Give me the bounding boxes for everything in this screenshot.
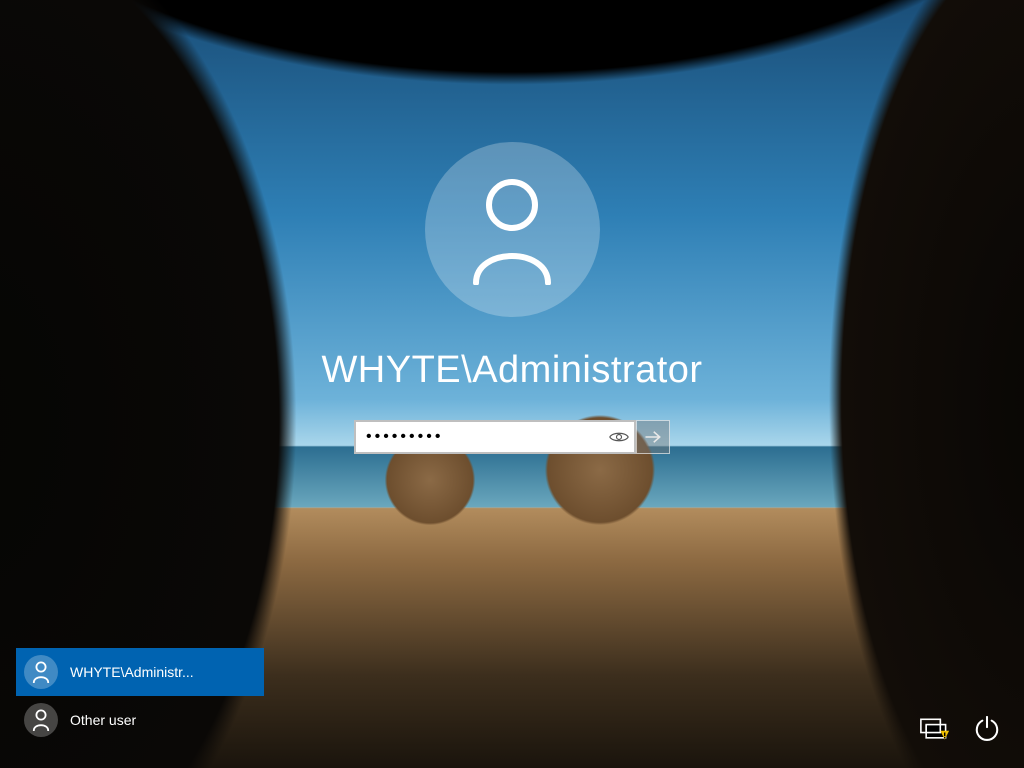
network-status-button[interactable] <box>918 712 952 746</box>
user-avatar-large <box>425 142 600 317</box>
submit-button[interactable] <box>636 420 670 454</box>
arrow-right-icon <box>644 430 662 444</box>
user-icon <box>31 661 51 683</box>
eye-icon <box>609 430 629 444</box>
user-tile-label: WHYTE\Administr... <box>70 664 194 680</box>
username-label: WHYTE\Administrator <box>321 349 702 392</box>
user-avatar-small <box>24 655 58 689</box>
user-tile-other[interactable]: Other user <box>16 696 264 744</box>
power-button[interactable] <box>970 712 1004 746</box>
user-icon <box>31 709 51 731</box>
power-icon <box>974 716 1000 742</box>
user-switch-list: WHYTE\Administr... Other user <box>16 648 264 744</box>
user-icon <box>462 175 562 285</box>
password-input[interactable] <box>356 428 604 446</box>
password-field-container <box>354 420 636 454</box>
user-tile-administrator[interactable]: WHYTE\Administr... <box>16 648 264 696</box>
password-row <box>354 420 670 454</box>
user-tile-label: Other user <box>70 712 136 728</box>
network-warning-icon <box>920 716 950 742</box>
login-panel: WHYTE\Administrator <box>252 142 772 454</box>
system-controls <box>918 712 1004 746</box>
reveal-password-button[interactable] <box>604 422 634 452</box>
user-avatar-small <box>24 703 58 737</box>
